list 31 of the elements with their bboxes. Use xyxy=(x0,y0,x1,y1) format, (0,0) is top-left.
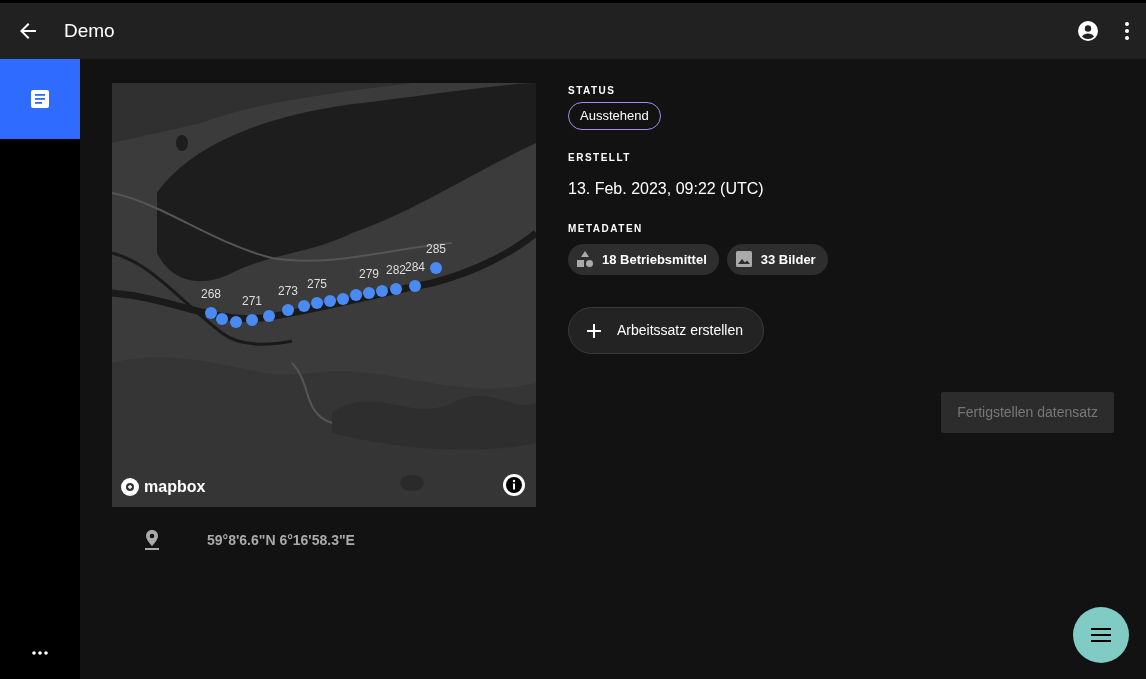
created-date: 13. Feb. 2023, 09:22 (UTC) xyxy=(568,178,765,199)
create-button[interactable]: Arbeitssatz erstellen xyxy=(568,307,765,354)
marker-label: 273 xyxy=(278,283,298,300)
marker-label: 279 xyxy=(359,266,379,283)
marker-label: 284 xyxy=(405,259,425,276)
mapbox-logo: mapbox xyxy=(120,475,206,499)
nav-rail-item[interactable] xyxy=(0,59,80,139)
marker-label: 268 xyxy=(201,286,221,303)
app-title: Demo xyxy=(64,18,115,43)
document-icon xyxy=(31,90,49,108)
metadata-chip: 33 Bilder xyxy=(726,243,828,275)
created-label: ERSTELLT xyxy=(568,150,632,165)
shapes-icon xyxy=(576,250,594,269)
marker-label: 282 xyxy=(386,263,406,279)
map-marker[interactable] xyxy=(216,313,228,325)
marker-label: 285 xyxy=(426,241,446,258)
location-pin-icon xyxy=(143,529,161,551)
plus-icon xyxy=(587,323,601,338)
metadata-chip: 18 Betriebsmittel xyxy=(568,243,719,275)
marker-label: 275 xyxy=(307,276,327,293)
menu-icon xyxy=(1091,628,1111,642)
image-icon xyxy=(734,250,753,269)
metadata-label: METADATEN xyxy=(568,221,644,236)
more-menu-button[interactable] xyxy=(1124,21,1130,41)
menu-fab[interactable] xyxy=(1073,607,1129,663)
more-button[interactable] xyxy=(32,651,48,655)
marker-label: 271 xyxy=(242,293,262,310)
info-button[interactable] xyxy=(502,473,526,497)
coordinates-text: 59°8'6.6"N 6°16'58.3"E xyxy=(207,530,355,550)
account-button[interactable] xyxy=(1076,19,1100,43)
status-label: STATUS xyxy=(568,84,617,98)
